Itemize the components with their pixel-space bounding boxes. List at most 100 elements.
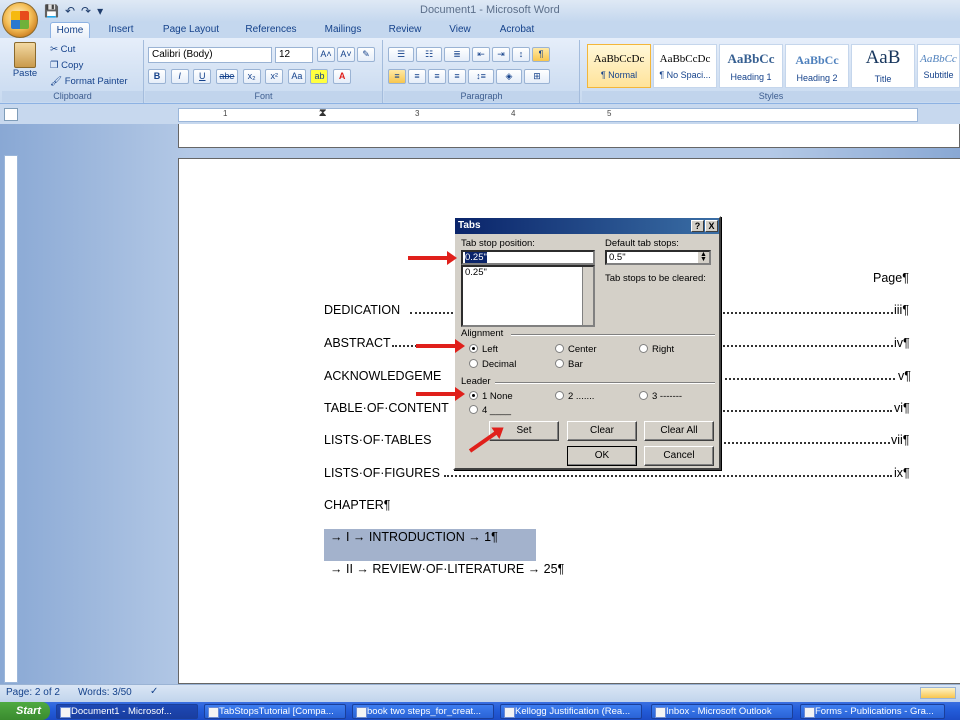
page-count[interactable]: Page: 2 of 2 — [6, 687, 60, 698]
save-icon[interactable]: 💾 — [44, 4, 59, 18]
align-left-radio[interactable]: Left — [469, 344, 498, 355]
shading-icon[interactable]: ◈ — [496, 69, 522, 84]
tab-review[interactable]: Review — [382, 22, 428, 39]
grow-font-icon[interactable]: A˄ — [317, 47, 335, 62]
show-marks-icon[interactable]: ¶ — [532, 47, 550, 62]
bullets-icon[interactable]: ☰ — [388, 47, 414, 62]
align-left-icon[interactable]: ≡ — [388, 69, 406, 84]
status-bar: Page: 2 of 2 Words: 3/50 ✓ — [0, 684, 960, 702]
toc-leader — [720, 378, 895, 380]
help-button[interactable]: ? — [691, 220, 704, 232]
tab-references[interactable]: References — [240, 22, 302, 39]
close-button[interactable]: X — [705, 220, 718, 232]
font-name-combo[interactable]: Calibri (Body) — [148, 47, 272, 63]
taskbar-item[interactable]: TabStopsTutorial [Compa... — [204, 704, 346, 719]
tab-stop-list[interactable]: 0.25" — [461, 265, 595, 327]
taskbar-item[interactable]: Document1 - Microsof... — [56, 704, 198, 719]
tab-acrobat[interactable]: Acrobat — [492, 22, 542, 39]
paste-icon — [14, 42, 36, 68]
style-subtitle[interactable]: AaBbCc Subtitle — [917, 44, 960, 88]
italic-button[interactable]: I — [170, 69, 189, 84]
qat-more-icon[interactable]: ▾ — [97, 4, 103, 18]
word-count[interactable]: Words: 3/50 — [78, 687, 132, 698]
underline-button[interactable]: U — [193, 69, 212, 84]
cut-button[interactable]: ✂ Cut — [50, 44, 75, 55]
ribbon-tab-row — [0, 22, 960, 38]
highlight-button[interactable]: ab — [310, 69, 329, 84]
tab-stops-to-be-cleared-label: Tab stops to be cleared: — [605, 273, 706, 284]
numbering-icon[interactable]: ☷ — [416, 47, 442, 62]
indent-marker-icon[interactable]: ⧗ — [319, 107, 327, 120]
paste-button[interactable]: Paste — [10, 42, 40, 88]
leader-dots-radio[interactable]: 2 ....... — [555, 391, 594, 402]
decrease-indent-icon[interactable]: ⇤ — [472, 47, 490, 62]
taskbar-item[interactable]: book two steps_for_creat... — [352, 704, 494, 719]
radio-icon — [469, 405, 478, 414]
scissors-icon: ✂ — [50, 44, 61, 55]
justify-icon[interactable]: ≡ — [448, 69, 466, 84]
leader-dashes-radio[interactable]: 3 ------- — [639, 391, 682, 402]
vertical-ruler[interactable] — [4, 155, 18, 683]
format-painter-button[interactable]: 🖌 Format Painter — [50, 76, 128, 87]
toc-entry: TABLE·OF·CONTENT — [324, 401, 449, 415]
taskbar-item[interactable]: Forms - Publications - Gra... — [800, 704, 945, 719]
clear-all-button[interactable]: Clear All — [644, 421, 714, 441]
default-tab-stops-input[interactable]: 0.5" ▲ ▼ — [605, 250, 711, 265]
spinner-icon[interactable]: ▲ ▼ — [698, 251, 709, 263]
style-heading-1[interactable]: AaBbCc Heading 1 — [719, 44, 783, 88]
sort-icon[interactable]: ↕ — [512, 47, 530, 62]
list-buttons: ☰ ☷ ≣ ⇤ ⇥ ↕ ¶ — [388, 47, 552, 62]
copy-button[interactable]: ❐ Copy — [50, 60, 83, 71]
line-spacing-icon[interactable]: ↕≡ — [468, 69, 494, 84]
horizontal-ruler[interactable]: 1 2 3 4 5 ⧗ — [178, 107, 918, 122]
font-color-button[interactable]: A — [333, 69, 352, 84]
tab-stop-position-input[interactable]: 0.25" — [461, 250, 595, 265]
tab-view[interactable]: View — [440, 22, 480, 39]
taskbar-item[interactable]: Inbox - Microsoft Outlook — [651, 704, 793, 719]
view-buttons[interactable] — [920, 687, 956, 699]
borders-icon[interactable]: ⊞ — [524, 69, 550, 84]
clipboard-group: Paste ✂ Cut ❐ Copy 🖌 Format Painter Clip… — [2, 40, 144, 103]
ok-button[interactable]: OK — [567, 446, 637, 466]
style-normal[interactable]: AaBbCcDc ¶ Normal — [587, 44, 651, 88]
change-case-button[interactable]: Aa — [287, 69, 306, 84]
style-no-spacing[interactable]: AaBbCcDc ¶ No Spaci... — [653, 44, 717, 88]
tab-home[interactable]: Home — [50, 22, 90, 39]
strikethrough-button[interactable]: abe — [215, 69, 238, 84]
align-center-icon[interactable]: ≡ — [408, 69, 426, 84]
superscript-button[interactable]: x² — [265, 69, 284, 84]
proofing-icon[interactable]: ✓ — [150, 686, 158, 697]
list-scrollbar[interactable] — [582, 267, 593, 325]
tab-stop-list-item[interactable]: 0.25" — [465, 267, 593, 279]
style-title[interactable]: AaB Title — [851, 44, 915, 88]
font-size-combo[interactable]: 12 — [275, 47, 313, 63]
redo-icon[interactable]: ↷ — [81, 4, 91, 18]
clear-format-icon[interactable]: ✎ — [357, 47, 375, 62]
tab-page-layout[interactable]: Page Layout — [155, 22, 227, 39]
tab-selector-icon[interactable] — [4, 108, 18, 121]
align-center-radio[interactable]: Center — [555, 344, 597, 355]
undo-icon[interactable]: ↶ — [65, 4, 75, 18]
align-right-radio[interactable]: Right — [639, 344, 674, 355]
radio-icon — [469, 359, 478, 368]
clear-button[interactable]: Clear — [567, 421, 637, 441]
leader-none-radio[interactable]: 1 None — [469, 391, 513, 402]
style-heading-2[interactable]: AaBbCc Heading 2 — [785, 44, 849, 88]
cancel-button[interactable]: Cancel — [644, 446, 714, 466]
subscript-button[interactable]: x₂ — [242, 69, 261, 84]
leader-underline-radio[interactable]: 4 ____ — [469, 405, 511, 416]
office-button[interactable] — [2, 2, 38, 38]
align-bar-radio[interactable]: Bar — [555, 359, 583, 370]
multilevel-list-icon[interactable]: ≣ — [444, 47, 470, 62]
start-button[interactable]: Start — [0, 702, 50, 720]
tab-insert[interactable]: Insert — [100, 22, 142, 39]
chapter-heading: CHAPTER¶ — [324, 498, 391, 512]
taskbar-item[interactable]: Kellogg Justification (Rea... — [500, 704, 642, 719]
toc-page: v¶ — [898, 369, 911, 383]
align-right-icon[interactable]: ≡ — [428, 69, 446, 84]
increase-indent-icon[interactable]: ⇥ — [492, 47, 510, 62]
shrink-font-icon[interactable]: A˅ — [337, 47, 355, 62]
tab-mailings[interactable]: Mailings — [316, 22, 370, 39]
align-decimal-radio[interactable]: Decimal — [469, 359, 516, 370]
bold-button[interactable]: B — [148, 69, 166, 84]
